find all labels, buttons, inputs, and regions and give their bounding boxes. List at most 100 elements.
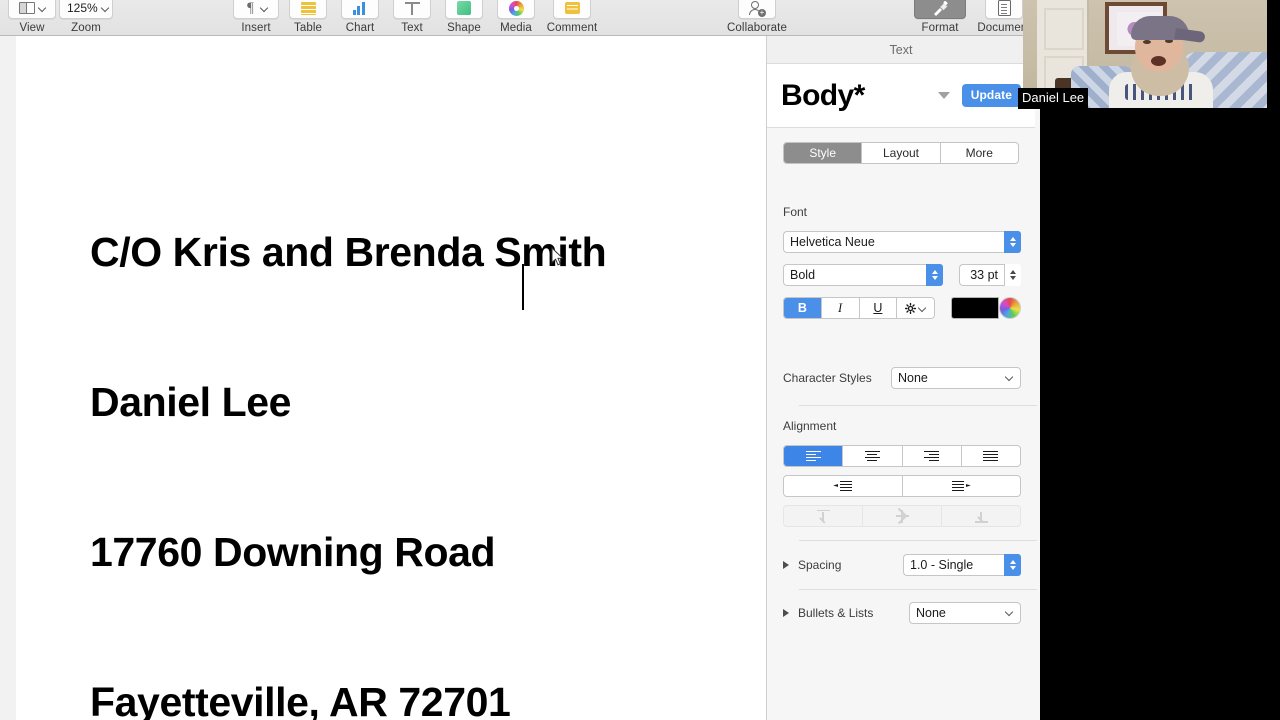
paragraph-style-name[interactable]: Body* — [781, 79, 938, 113]
align-left-button[interactable] — [784, 446, 844, 466]
spacing-disclosure-triangle-icon[interactable] — [783, 561, 789, 569]
toolbar-item-text[interactable]: Text — [386, 0, 438, 36]
mouse-pointer-cursor — [551, 247, 564, 266]
color-wheel-icon[interactable] — [999, 297, 1021, 319]
toolbar-item-collaborate[interactable]: + Collaborate — [722, 0, 792, 36]
chart-button[interactable] — [341, 0, 379, 19]
chevron-down-icon — [39, 5, 46, 12]
horizontal-alignment-group[interactable] — [783, 445, 1021, 467]
chart-bar-icon — [352, 1, 368, 15]
document-page-icon — [997, 0, 1011, 16]
indent-group[interactable] — [783, 475, 1021, 497]
spacing-control[interactable]: 1.0 - Single — [903, 554, 1021, 576]
character-styles-label: Character Styles — [783, 371, 872, 385]
font-size-value[interactable]: 33 pt — [959, 264, 1004, 286]
font-size-control[interactable]: 33 pt — [959, 264, 1021, 286]
align-middle-button[interactable] — [863, 506, 942, 526]
decrease-indent-icon — [833, 480, 853, 492]
align-bottom-button[interactable] — [942, 506, 1020, 526]
toolbar-item-chart[interactable]: Chart — [334, 0, 386, 36]
toolbar-item-zoom[interactable]: 125% Zoom — [58, 0, 114, 36]
text-button[interactable] — [393, 0, 431, 19]
toolbar-item-insert[interactable]: ¶ Insert — [228, 0, 284, 36]
spacing-row: Spacing 1.0 - Single — [783, 554, 1021, 576]
toolbar-label-shape: Shape — [447, 22, 481, 34]
tab-style[interactable]: Style — [784, 143, 863, 163]
document-text-block[interactable]: C/O Kris and Brenda Smith Daniel Lee 177… — [90, 127, 690, 720]
collaborate-person-plus-icon: + — [749, 0, 766, 17]
divider — [799, 405, 1037, 406]
spacing-value[interactable]: 1.0 - Single — [903, 554, 1004, 576]
bullets-lists-value: None — [916, 606, 946, 620]
font-style-row: B I U — [783, 297, 1021, 319]
align-center-button[interactable] — [843, 446, 903, 466]
tab-more[interactable]: More — [941, 143, 1018, 163]
paragraph-style-row[interactable]: Body* Update — [767, 64, 1035, 128]
toolbar-item-media[interactable]: Media — [490, 0, 542, 36]
document-page[interactable]: C/O Kris and Brenda Smith Daniel Lee 177… — [16, 36, 766, 720]
text-caret — [522, 264, 524, 310]
toolbar-label-chart: Chart — [345, 22, 375, 34]
toolbar-item-view[interactable]: View — [4, 0, 60, 36]
zoom-value: 125% — [67, 1, 98, 15]
bold-button[interactable]: B — [784, 298, 822, 318]
media-button[interactable] — [497, 0, 535, 19]
comment-button[interactable] — [553, 0, 591, 19]
character-styles-value: None — [898, 371, 928, 385]
font-family-control[interactable]: Helvetica Neue — [783, 231, 1021, 253]
format-button[interactable] — [914, 0, 966, 19]
document-line[interactable]: 17760 Downing Road — [90, 527, 690, 577]
document-line[interactable]: Daniel Lee — [90, 377, 690, 427]
toolbar-label-media: Media — [500, 22, 532, 34]
document-canvas-area[interactable]: C/O Kris and Brenda Smith Daniel Lee 177… — [0, 36, 766, 720]
font-style-buttons[interactable]: B I U — [783, 297, 935, 319]
toolbar-item-shape[interactable]: Shape — [438, 0, 490, 36]
bullets-lists-label: Bullets & Lists — [798, 606, 874, 620]
insert-button[interactable]: ¶ — [233, 0, 279, 19]
format-brush-icon — [933, 0, 948, 16]
collaborate-button[interactable]: + — [738, 0, 776, 19]
bullets-lists-select[interactable]: None — [909, 602, 1021, 624]
decrease-indent-button[interactable] — [784, 476, 903, 496]
character-styles-select[interactable]: None — [891, 367, 1021, 389]
tab-layout[interactable]: Layout — [862, 143, 941, 163]
align-top-button[interactable] — [784, 506, 863, 526]
table-button[interactable] — [289, 0, 327, 19]
document-line[interactable]: C/O Kris and Brenda Smith — [90, 227, 690, 277]
italic-button[interactable]: I — [822, 298, 860, 318]
align-right-button[interactable] — [903, 446, 962, 466]
align-top-icon — [816, 509, 830, 523]
shape-button[interactable] — [445, 0, 483, 19]
font-weight-value[interactable]: Bold — [783, 264, 926, 286]
toolbar-label-format: Format — [921, 22, 959, 34]
toolbar-item-table[interactable]: Table — [282, 0, 334, 36]
font-weight-stepper[interactable] — [926, 264, 943, 286]
shape-square-icon — [457, 1, 471, 15]
font-family-value[interactable]: Helvetica Neue — [783, 231, 1004, 253]
document-line[interactable]: Fayetteville, AR 72701 — [90, 677, 690, 720]
increase-indent-icon — [951, 480, 971, 492]
align-center-icon — [864, 450, 880, 462]
font-weight-control[interactable]: Bold — [783, 264, 943, 286]
increase-indent-button[interactable] — [903, 476, 1021, 496]
font-options-gear-button[interactable] — [897, 298, 934, 318]
font-color-swatch[interactable] — [951, 297, 999, 319]
document-button[interactable] — [985, 0, 1023, 19]
spacing-stepper[interactable] — [1004, 554, 1021, 576]
update-style-button[interactable]: Update — [961, 84, 1021, 107]
bullets-disclosure-triangle-icon[interactable] — [783, 609, 789, 617]
font-size-stepper[interactable] — [1004, 264, 1021, 286]
font-color-control[interactable] — [951, 297, 1021, 319]
toolbar-item-comment[interactable]: Comment — [542, 0, 602, 36]
pages-app-window: View 125% Zoom ¶ Insert Table Chart Text… — [0, 0, 1280, 720]
chevron-down-icon — [261, 5, 268, 12]
underline-button[interactable]: U — [860, 298, 898, 318]
vertical-alignment-group[interactable] — [783, 505, 1021, 527]
paragraph-style-chevron-down-icon[interactable] — [937, 92, 950, 99]
align-justify-button[interactable] — [962, 446, 1020, 466]
font-family-stepper[interactable] — [1004, 231, 1021, 253]
view-button[interactable] — [8, 0, 56, 19]
inspector-tabs[interactable]: Style Layout More — [783, 142, 1019, 164]
toolbar-item-format[interactable]: Format — [912, 0, 968, 36]
zoom-button[interactable]: 125% — [59, 0, 113, 19]
